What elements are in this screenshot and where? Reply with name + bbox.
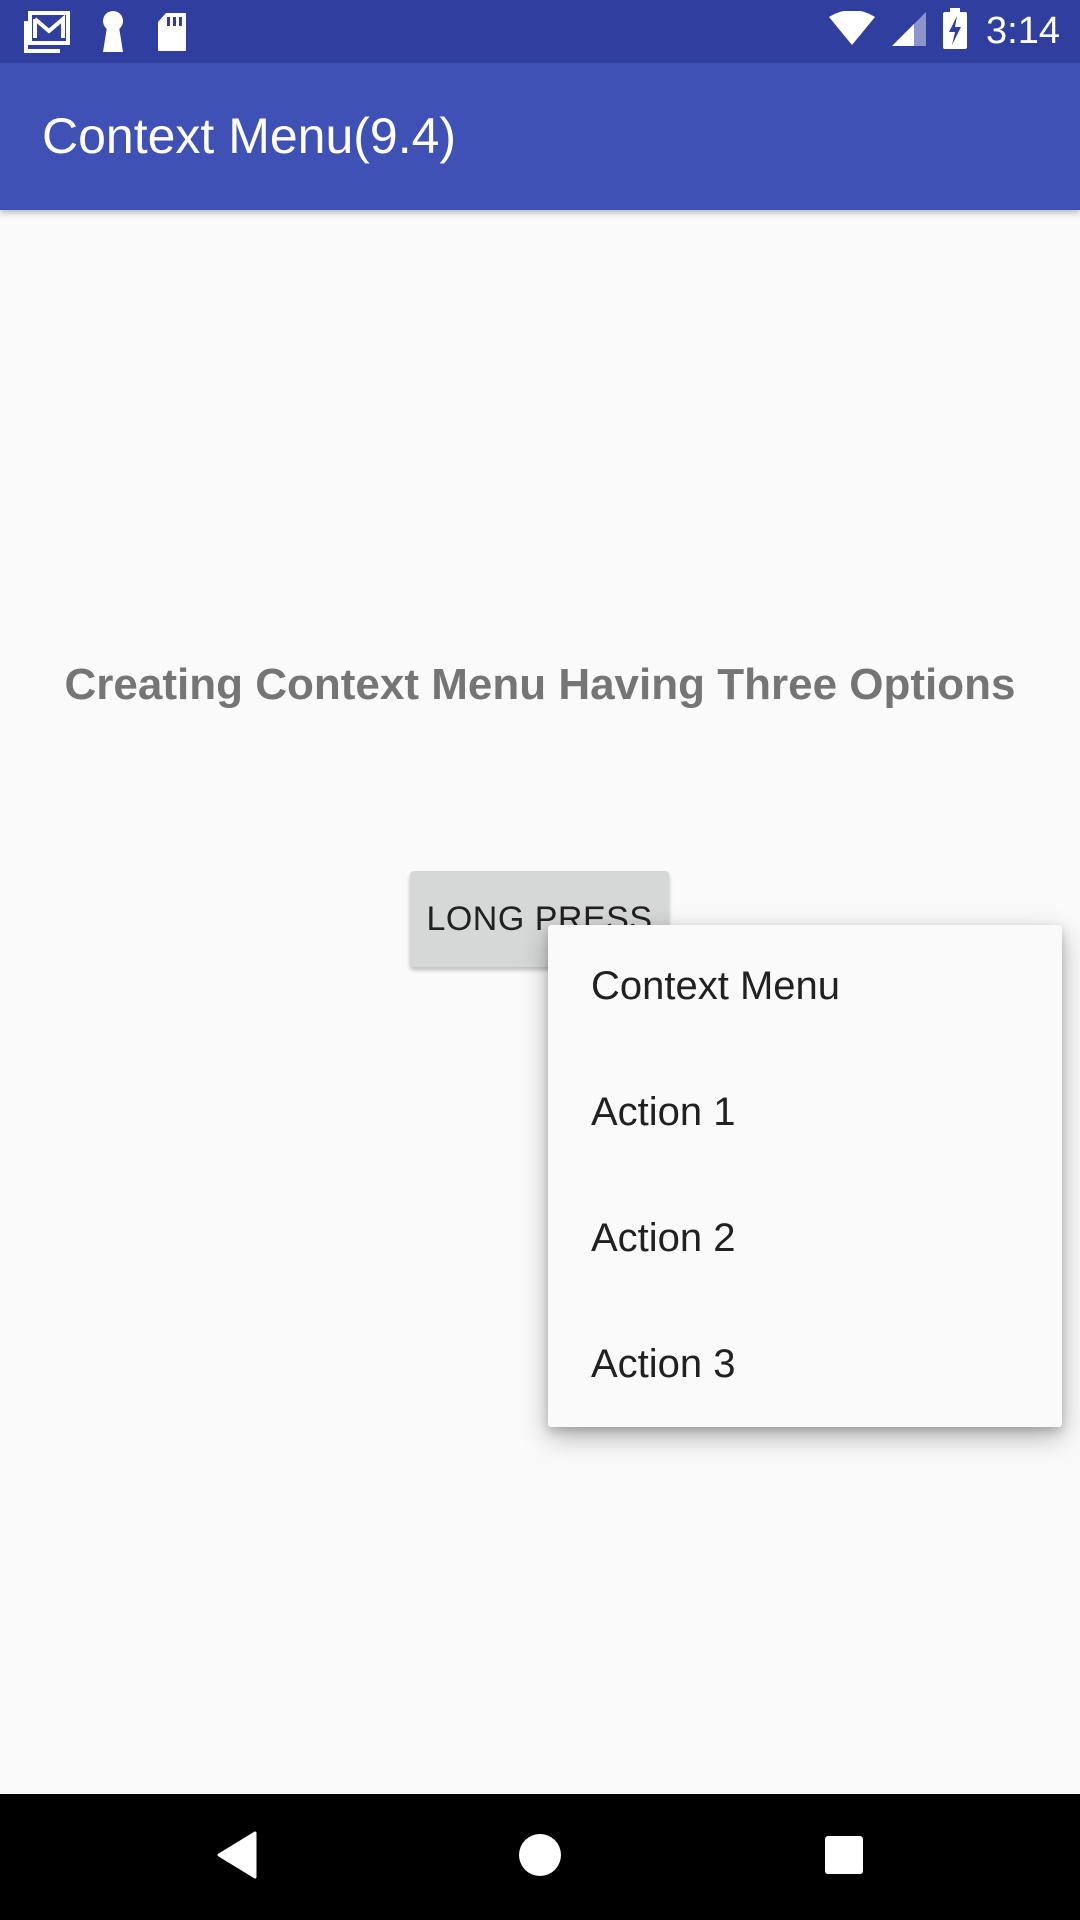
recents-button[interactable] [804,1794,884,1920]
battery-charging-icon [942,8,968,55]
gmail-icon [24,11,70,58]
notification-icons [24,10,218,59]
system-icons: 3:14 [828,0,1060,63]
home-icon [518,1833,562,1882]
menu-item-action-3[interactable]: Action 3 [591,1336,736,1392]
keyhole-icon [100,10,126,59]
back-button[interactable] [196,1794,276,1920]
menu-item-action-2[interactable]: Action 2 [591,1210,736,1266]
cell-signal-icon [890,10,928,53]
sd-card-icon [156,11,188,58]
menu-item-action-1[interactable]: Action 1 [591,1084,736,1140]
status-clock: 3:14 [986,10,1060,52]
nav-bar [0,1794,1080,1920]
app-bar: Context Menu(9.4) [0,63,1080,210]
screen: 3:14 Context Menu(9.4) Creating Context … [0,0,1080,1920]
status-bar: 3:14 [0,0,1080,63]
back-icon [215,1831,257,1884]
wifi-icon [828,10,876,52]
recents-icon [824,1835,864,1880]
context-menu-header: Context Menu [591,964,841,1008]
page-heading: Creating Context Menu Having Three Optio… [64,660,1016,709]
home-button[interactable] [500,1794,580,1920]
app-title: Context Menu(9.4) [42,108,457,164]
context-menu: Context Menu Action 1 Action 2 Action 3 [548,925,1062,1427]
